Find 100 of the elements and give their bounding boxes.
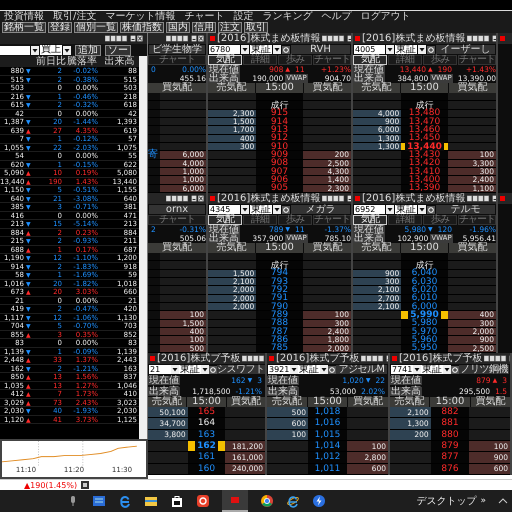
market-select[interactable]: 買上	[40, 45, 62, 55]
dropdown-icon[interactable]	[413, 365, 421, 374]
dropdown-icon[interactable]	[63, 46, 71, 54]
tab[interactable]: チャート	[458, 215, 496, 225]
column-header: 15:00	[187, 397, 226, 407]
refresh-icon[interactable]	[209, 366, 217, 374]
tab[interactable]: 歩み	[423, 55, 457, 65]
toolbar-button[interactable]: 注文	[218, 22, 242, 33]
camera-app-icon[interactable]	[196, 494, 210, 508]
refresh-icon[interactable]	[328, 366, 336, 374]
market-select[interactable]: 東証	[250, 45, 272, 54]
toolbar-button[interactable]: 株価指数	[120, 22, 164, 33]
refresh-icon[interactable]	[427, 46, 435, 54]
menu-item[interactable]: ヘルプ	[321, 11, 352, 22]
toolbar-button[interactable]: 銘柄一覧	[2, 22, 46, 33]
scrollbar[interactable]	[139, 56, 147, 439]
tab[interactable]: チャート	[458, 55, 496, 65]
tab[interactable]: 気配	[353, 215, 387, 225]
column-header[interactable]: 騰落率	[64, 56, 100, 67]
dropdown-icon[interactable]	[386, 45, 394, 54]
dropdown-icon[interactable]	[241, 45, 249, 54]
window-buttons-icon[interactable]	[105, 35, 143, 42]
search-field[interactable]	[0, 46, 30, 54]
code-field[interactable]: 21	[149, 365, 171, 374]
market-select[interactable]: 東証	[395, 45, 417, 54]
status-icon[interactable]	[81, 481, 90, 489]
dropdown-icon[interactable]	[171, 365, 179, 374]
dropdown-icon[interactable]	[290, 365, 298, 374]
market-select[interactable]: 東証	[179, 365, 201, 374]
menu-item[interactable]: チャート	[184, 11, 224, 22]
toolbar-button[interactable]: 国内	[166, 22, 190, 33]
lightning-icon[interactable]	[312, 494, 326, 508]
app-tile-icon[interactable]	[92, 494, 106, 508]
menu-item[interactable]: マーケット情報	[105, 11, 176, 22]
e-browser-icon[interactable]	[118, 494, 132, 508]
tab[interactable]: 歩み	[278, 215, 312, 225]
chevron-up-icon[interactable]	[498, 497, 508, 505]
code-field[interactable]: 3921	[268, 365, 290, 374]
tab[interactable]: 詳細	[388, 215, 422, 225]
window-buttons-icon[interactable]	[166, 35, 204, 42]
dropdown-icon[interactable]	[443, 365, 451, 374]
desktop-toolbar-label[interactable]: デスクトップ	[416, 494, 476, 508]
menu-item[interactable]: ランキング	[262, 11, 312, 22]
folder-icon[interactable]	[144, 494, 158, 508]
window-buttons-icon[interactable]	[322, 195, 351, 202]
tab[interactable]: チャート	[148, 215, 206, 225]
refresh-icon[interactable]	[282, 206, 290, 214]
toolbar-button[interactable]: 信用	[192, 22, 216, 33]
window-buttons-icon[interactable]	[166, 195, 204, 202]
tab[interactable]: 詳細	[243, 55, 277, 65]
sort-button[interactable]: ソー	[105, 44, 131, 56]
refresh-icon[interactable]	[282, 46, 290, 54]
dropdown-icon[interactable]	[273, 205, 281, 214]
menu-item[interactable]: 取引/注文	[53, 11, 96, 22]
dropdown-icon[interactable]	[201, 365, 209, 374]
circle-browser-icon[interactable]	[260, 494, 274, 508]
tab[interactable]: 気配	[208, 215, 242, 225]
active-app-button[interactable]	[222, 490, 248, 512]
market-select[interactable]: 東証	[250, 205, 272, 214]
refresh-icon[interactable]	[451, 366, 459, 374]
window-buttons-icon[interactable]	[467, 35, 496, 42]
dropdown-icon[interactable]	[320, 365, 328, 374]
dropdown-icon[interactable]	[418, 45, 426, 54]
dropdown-icon[interactable]	[273, 45, 281, 54]
code-field[interactable]: 7741	[391, 365, 413, 374]
code-field[interactable]: 6952	[354, 205, 385, 214]
tab[interactable]: チャート	[313, 215, 351, 225]
dropdown-icon[interactable]	[31, 46, 39, 54]
toolbar-overflow[interactable]: »	[480, 496, 486, 506]
market-select[interactable]: 東証	[421, 365, 443, 374]
toolbar-button[interactable]: 個別一覧	[74, 22, 118, 33]
window-buttons-icon[interactable]	[361, 355, 388, 362]
tab[interactable]: 詳細	[243, 215, 277, 225]
column-header[interactable]: 出来高	[100, 56, 139, 67]
tab[interactable]: 気配	[353, 55, 387, 65]
tab[interactable]: チャート	[148, 55, 206, 65]
menu-item[interactable]: ログアウト	[360, 11, 410, 22]
e-browser-icon[interactable]	[286, 494, 300, 508]
tab[interactable]: 詳細	[388, 55, 422, 65]
dropdown-icon[interactable]	[418, 205, 426, 214]
add-button[interactable]: 追加	[75, 44, 101, 56]
tab[interactable]: 歩み	[423, 215, 457, 225]
code-field[interactable]: 6780	[209, 45, 240, 54]
tab[interactable]: 歩み	[278, 55, 312, 65]
code-field[interactable]: 4345	[209, 205, 240, 214]
refresh-icon[interactable]	[427, 206, 435, 214]
menu-item[interactable]: 投資情報	[4, 11, 44, 22]
window-buttons-icon[interactable]	[322, 35, 351, 42]
toolbar-button[interactable]: 登録	[48, 22, 72, 33]
toolbar-button[interactable]: 取引	[244, 22, 268, 33]
tab[interactable]: 気配	[208, 55, 242, 65]
menu-item[interactable]: 設定	[233, 11, 254, 22]
dropdown-icon[interactable]	[386, 205, 394, 214]
window-buttons-icon[interactable]	[467, 195, 496, 202]
dropdown-icon[interactable]	[241, 205, 249, 214]
market-select[interactable]: 東証	[298, 365, 320, 374]
code-field[interactable]: 4005	[354, 45, 385, 54]
shopping-bag-icon[interactable]	[170, 494, 184, 508]
market-select[interactable]: 東証	[395, 205, 417, 214]
tab[interactable]: チャート	[313, 55, 351, 65]
